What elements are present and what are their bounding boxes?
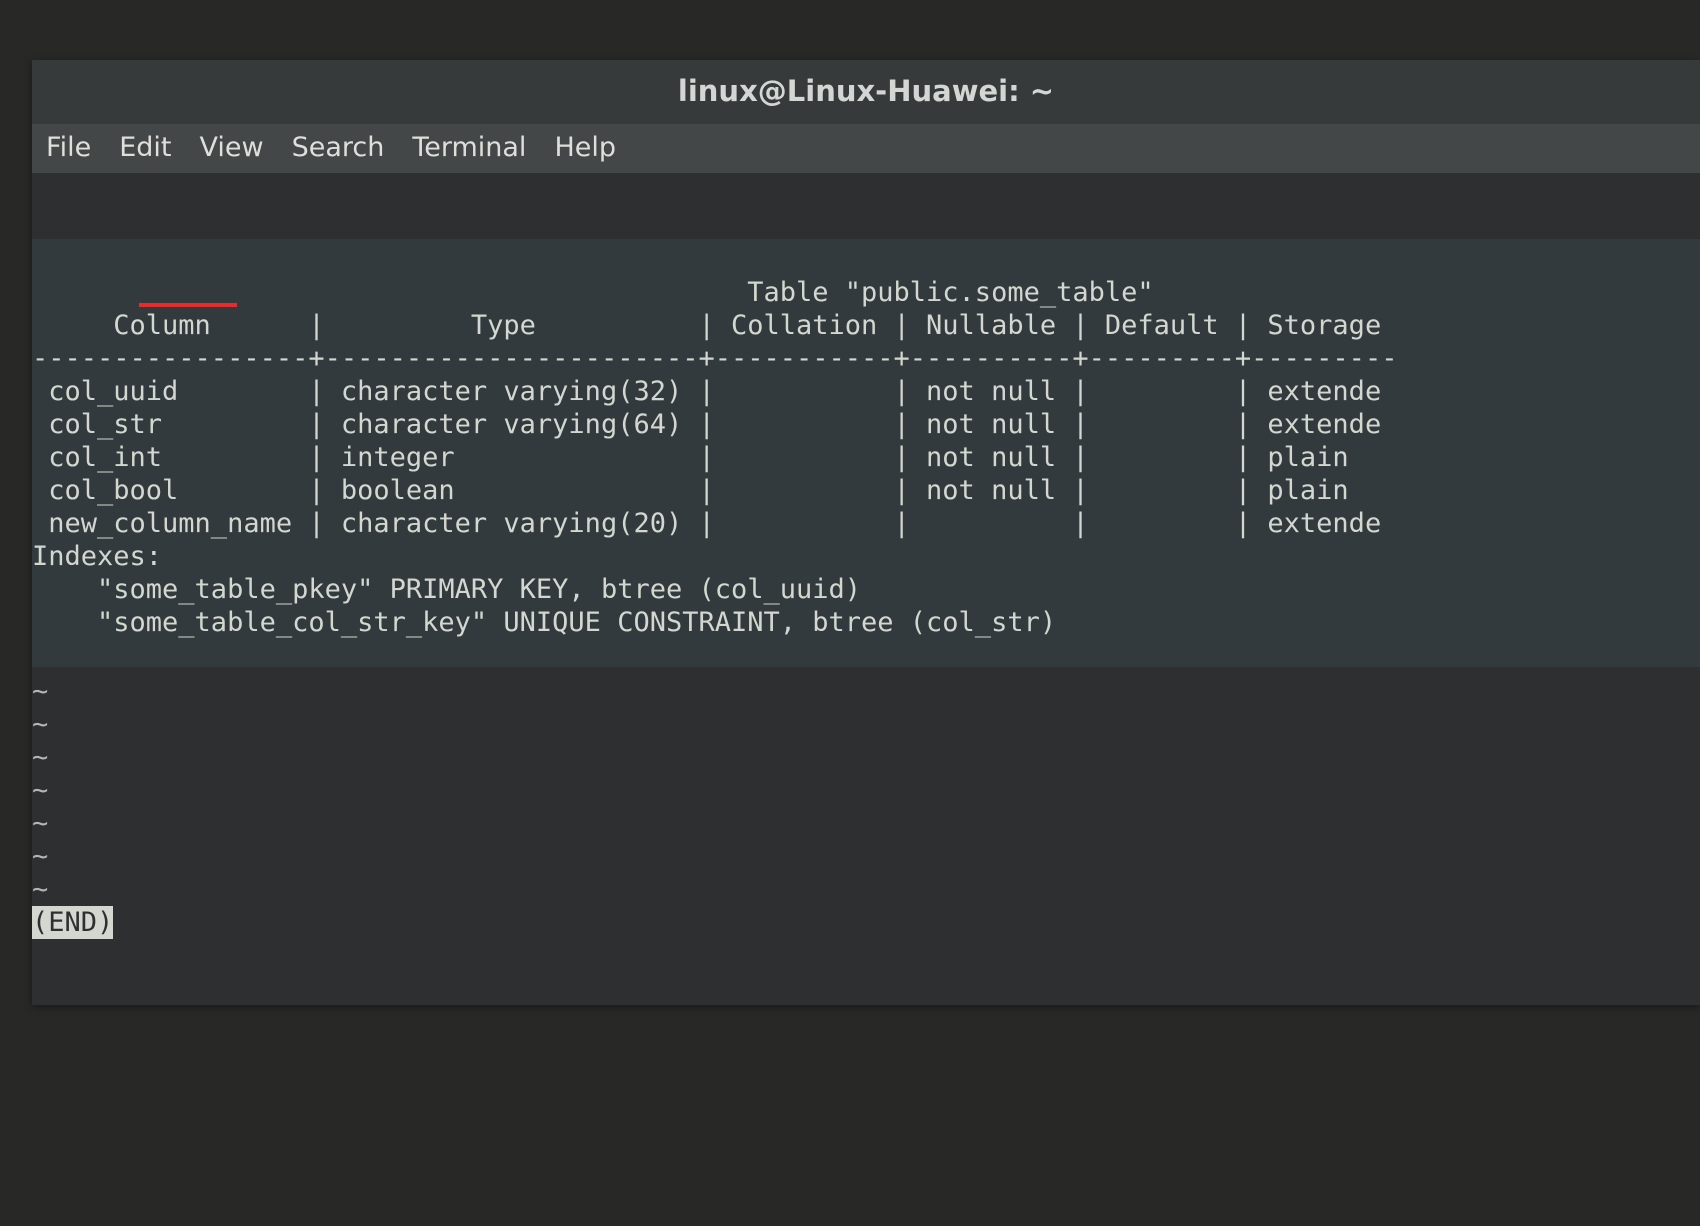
index-line: "some_table_pkey" PRIMARY KEY, btree (co… xyxy=(32,574,861,605)
pager-tilde: ~ xyxy=(32,742,48,773)
pager-tilde: ~ xyxy=(32,874,48,905)
pager-tilde: ~ xyxy=(32,841,48,872)
table-heading: Table "public.some_table" xyxy=(32,277,1154,308)
pager-end: (END) xyxy=(32,906,113,939)
table-divider: -----------------+----------------------… xyxy=(32,343,1397,374)
menu-search[interactable]: Search xyxy=(292,132,385,163)
table-row: col_str | character varying(64) | | not … xyxy=(32,409,1381,440)
menu-edit[interactable]: Edit xyxy=(119,132,171,163)
table-row: col_uuid | character varying(32) | | not… xyxy=(32,376,1381,407)
pager-tilde: ~ xyxy=(32,808,48,839)
window-title: linux@Linux-Huawei: ~ xyxy=(32,60,1700,124)
table-header-row: Column | Type | Collation | Nullable | D… xyxy=(32,310,1381,341)
psql-output-block: Table "public.some_table" Column | Type … xyxy=(32,239,1700,667)
indexes-label: Indexes: xyxy=(32,541,162,572)
pager-tilde: ~ xyxy=(32,775,48,806)
menu-help[interactable]: Help xyxy=(554,132,616,163)
menu-terminal[interactable]: Terminal xyxy=(412,132,526,163)
table-row: col_int | integer | | not null | | plain xyxy=(32,442,1381,473)
menubar: File Edit View Search Terminal Help xyxy=(32,124,1700,173)
menu-view[interactable]: View xyxy=(199,132,263,163)
pager-fill: ~ ~ ~ ~ ~ ~ ~ (END) xyxy=(32,667,1700,939)
pager-tilde: ~ xyxy=(32,709,48,740)
pager-tilde: ~ xyxy=(32,676,48,707)
table-row: new_column_name | character varying(20) … xyxy=(32,508,1381,539)
table-row: col_bool | boolean | | not null | | plai… xyxy=(32,475,1381,506)
menu-file[interactable]: File xyxy=(46,132,91,163)
terminal-window: linux@Linux-Huawei: ~ File Edit View Sea… xyxy=(32,60,1700,1005)
terminal-output[interactable]: Table "public.some_table" Column | Type … xyxy=(32,173,1700,1005)
index-line: "some_table_col_str_key" UNIQUE CONSTRAI… xyxy=(32,607,1056,638)
